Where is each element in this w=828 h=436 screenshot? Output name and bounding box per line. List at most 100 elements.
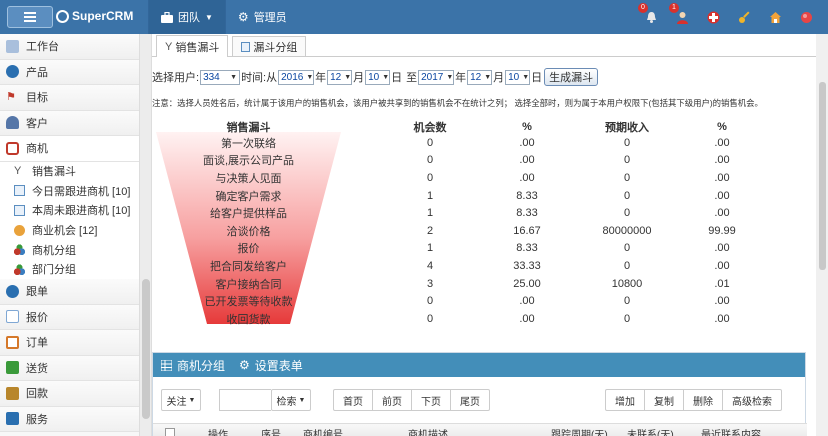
- alarm-icon[interactable]: 0: [638, 3, 659, 25]
- nav-admin[interactable]: ⚙ 管理员: [224, 0, 299, 34]
- order-icon: [6, 335, 19, 349]
- sidebar-item-quotes[interactable]: 报价: [0, 304, 139, 331]
- app-logo[interactable]: SuperCRM: [56, 9, 133, 23]
- sidebar-sub-opportunity-groups[interactable]: 商机分组: [0, 239, 139, 260]
- sidebar-item-delivery[interactable]: 送货: [0, 355, 139, 382]
- th-last-contact[interactable]: 最近联系内容: [701, 426, 761, 436]
- hamburger-icon: [24, 12, 36, 22]
- sidebar-item-service[interactable]: 服务: [0, 406, 139, 433]
- prev-page-button[interactable]: 前页: [373, 390, 412, 410]
- th-index[interactable]: 序号: [261, 426, 281, 436]
- lifebuoy-icon[interactable]: [705, 9, 721, 25]
- sidebar-sub-label: 商机分组: [32, 244, 76, 257]
- th-opportunity-no[interactable]: 商机编号: [303, 426, 343, 436]
- day-unit-label: 日: [391, 72, 403, 84]
- sidebar-scroll-thumb[interactable]: [142, 279, 150, 419]
- key-icon[interactable]: [736, 9, 752, 25]
- funnel-cell-revenue: 0: [623, 295, 631, 308]
- settings-form-link[interactable]: ⚙ 设置表单: [239, 357, 303, 374]
- sidebar-item-products[interactable]: 产品: [0, 59, 139, 85]
- from-month-select[interactable]: 12 ▼: [327, 69, 353, 85]
- to-label: 至: [406, 72, 418, 84]
- funnel-header-pct2: %: [717, 120, 727, 133]
- funnel-header-stage: 销售漏斗: [226, 121, 271, 134]
- sidebar-sub-label: 部门分组: [32, 264, 76, 277]
- funnel-cell-pct: 8.33: [516, 242, 538, 255]
- funnel-row: 收回货款 0 .00 0 .00: [152, 310, 816, 328]
- generate-funnel-button[interactable]: 生成漏斗: [544, 68, 599, 86]
- sidebar-sub-sales-funnel[interactable]: Y 销售漏斗: [0, 161, 139, 182]
- th-action[interactable]: 操作: [208, 426, 228, 436]
- funnel-cell-pct: 25.00: [513, 277, 541, 290]
- to-year-select[interactable]: 2017 ▼: [418, 69, 455, 85]
- th-not-contacted[interactable]: 未联系(天): [627, 426, 674, 436]
- from-day-select[interactable]: 10 ▼: [365, 69, 391, 85]
- sidebar-item-followup[interactable]: 跟单: [0, 279, 139, 305]
- doc-icon: [14, 204, 25, 216]
- user-alert-badge: 1: [669, 3, 679, 13]
- top-bar: SuperCRM 团队 ▼ ⚙ 管理员 0 1: [0, 0, 828, 34]
- sidebar-item-customers[interactable]: 客户: [0, 110, 139, 136]
- group-icon: [14, 244, 25, 256]
- tab-sales-funnel[interactable]: Y 销售漏斗: [156, 35, 229, 57]
- sidebar-sub-department-groups[interactable]: 部门分组: [0, 259, 139, 280]
- globe-icon: [6, 284, 19, 298]
- sidebar-item-opportunities[interactable]: 商机: [0, 136, 139, 162]
- search-input[interactable]: [219, 389, 271, 411]
- first-page-button[interactable]: 首页: [334, 390, 373, 410]
- funnel-cell-pct: 33.33: [513, 259, 541, 272]
- add-button[interactable]: 增加: [606, 390, 645, 410]
- funnel-row: 面谈,展示公司产品 0 .00 0 .00: [152, 152, 816, 170]
- sidebar-sub-week-unfollowed[interactable]: 本周未跟进商机 [10]: [0, 200, 139, 221]
- desk-icon: [6, 39, 19, 53]
- funnel-cell-pct: .00: [519, 312, 535, 325]
- th-tracking-cycle[interactable]: 跟踪周期(天): [551, 426, 608, 436]
- sidebar-item-label: 跟单: [26, 286, 48, 299]
- funnel-cell-stage: 已开发票等待收款: [204, 296, 293, 309]
- copy-button[interactable]: 复制: [645, 390, 684, 410]
- sidebar-item-goals[interactable]: ⚑ 目标: [0, 85, 139, 111]
- search-dropdown-button[interactable]: 检索 ▼: [271, 389, 311, 411]
- funnel-row: 与决策人见面 0 .00 0 .00: [152, 169, 816, 187]
- chevron-down-icon: ▼: [344, 73, 352, 81]
- funnel-row: 给客户提供样品 1 8.33 0 .00: [152, 204, 816, 222]
- last-page-button[interactable]: 尾页: [451, 390, 489, 410]
- home-icon[interactable]: [767, 9, 783, 25]
- user-select[interactable]: 334 ▼: [200, 69, 241, 85]
- sidebar-item-payments[interactable]: 回款: [0, 381, 139, 407]
- from-year-select[interactable]: 2016 ▼: [278, 69, 315, 85]
- to-day-select[interactable]: 10 ▼: [505, 69, 531, 85]
- select-all-checkbox[interactable]: [165, 428, 175, 436]
- nav-team[interactable]: 团队 ▼: [148, 0, 225, 34]
- user-alert-icon[interactable]: 1: [669, 3, 690, 25]
- main-scrollbar[interactable]: [816, 34, 828, 436]
- tab-funnel-groups[interactable]: 漏斗分组: [232, 36, 307, 56]
- menu-toggle-button[interactable]: [7, 6, 53, 28]
- th-opportunity-desc[interactable]: 商机描述: [408, 426, 448, 436]
- next-page-button[interactable]: 下页: [412, 390, 451, 410]
- main-scroll-thumb[interactable]: [819, 82, 826, 270]
- chevron-down-icon: ▼: [446, 73, 454, 81]
- sidebar-sub-today-followup[interactable]: 今日需跟进商机 [10]: [0, 181, 139, 201]
- from-year-value: 2016: [281, 71, 304, 83]
- funnel-cell-pct2: .00: [714, 136, 730, 149]
- time-label: 时间:从: [241, 72, 278, 84]
- sidebar-item-label: 服务: [26, 413, 48, 426]
- briefcase-icon: [6, 141, 19, 155]
- sidebar-item-label: 商机: [26, 143, 48, 156]
- attention-dropdown-button[interactable]: 关注 ▼: [161, 389, 201, 411]
- funnel-row: 第一次联络 0 .00 0 .00: [152, 134, 816, 152]
- power-icon[interactable]: [798, 9, 814, 25]
- filter-bar: 选择用户: 334 ▼ 时间:从 2016 ▼ 年 12 ▼ 月 10 ▼ 日 至 20…: [152, 68, 599, 86]
- funnel-cell-count: 0: [426, 295, 434, 308]
- sidebar-sub-business-opportunities[interactable]: 商业机会 [12]: [0, 220, 139, 240]
- delete-button[interactable]: 删除: [684, 390, 723, 410]
- sidebar-item-label: 产品: [26, 66, 48, 79]
- sidebar-scrollbar[interactable]: [140, 34, 152, 436]
- advanced-search-button[interactable]: 高级检索: [723, 390, 781, 410]
- to-month-select[interactable]: 12 ▼: [467, 69, 493, 85]
- sidebar-sub-label: 商业机会 [12]: [32, 225, 98, 238]
- sidebar-item-workbench[interactable]: 工作台: [0, 34, 139, 60]
- sidebar-item-orders[interactable]: 订单: [0, 330, 139, 356]
- sidebar-sub-label: 今日需跟进商机 [10]: [32, 185, 131, 198]
